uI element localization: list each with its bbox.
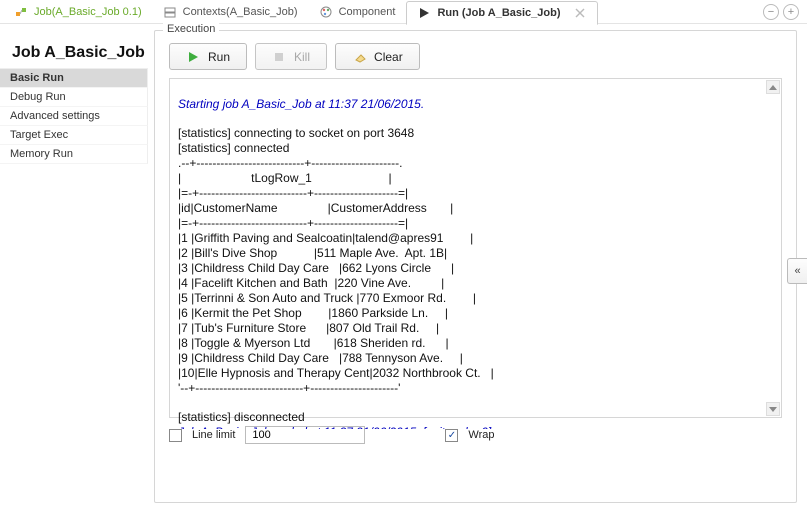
console-table-row: |8 |Toggle & Myerson Ltd |618 Sheriden r… bbox=[178, 336, 449, 350]
line-limit-label: Line limit bbox=[192, 429, 235, 441]
console-statistics-line: [statistics] connecting to socket on por… bbox=[178, 126, 414, 140]
console-table-border: '--+---------------------------+--------… bbox=[178, 381, 400, 395]
tab-bar: Job(A_Basic_Job 0.1) Contexts(A_Basic_Jo… bbox=[0, 0, 807, 24]
wrap-label: Wrap bbox=[468, 429, 494, 441]
sidebar-item-target-exec[interactable]: Target Exec bbox=[0, 126, 148, 145]
page-title: Job A_Basic_Job bbox=[12, 44, 136, 62]
tab-component[interactable]: Component bbox=[309, 0, 407, 24]
console-start-line: Starting job A_Basic_Job at 11:37 21/06/… bbox=[178, 97, 424, 111]
close-icon[interactable] bbox=[573, 6, 587, 20]
console-output[interactable]: Starting job A_Basic_Job at 11:37 21/06/… bbox=[170, 91, 781, 429]
job-icon bbox=[14, 5, 28, 19]
play-icon bbox=[186, 50, 200, 64]
maximize-button[interactable]: + bbox=[783, 4, 799, 20]
tab-component-label: Component bbox=[339, 6, 396, 18]
sidebar-item-debug-run[interactable]: Debug Run bbox=[0, 88, 148, 107]
console-table-row: |7 |Tub's Furniture Store |807 Old Trail… bbox=[178, 321, 439, 335]
kill-button-label: Kill bbox=[294, 50, 310, 64]
console-table-row: |3 |Childress Child Day Care |662 Lyons … bbox=[178, 261, 454, 275]
tab-run[interactable]: Run (Job A_Basic_Job) bbox=[406, 1, 597, 25]
console-table-sep: |=-+---------------------------+--------… bbox=[178, 216, 408, 230]
tab-run-label: Run (Job A_Basic_Job) bbox=[437, 7, 560, 19]
console-table-row: |9 |Childress Child Day Care |788 Tennys… bbox=[178, 351, 463, 365]
clear-button-label: Clear bbox=[374, 50, 403, 64]
tab-contexts-label: Contexts(A_Basic_Job) bbox=[183, 6, 298, 18]
execution-group: Execution Run Kill Clear Starting job A_… bbox=[154, 30, 797, 503]
console-table-row: |1 |Griffith Paving and Sealcoatin|talen… bbox=[178, 231, 473, 245]
tab-job[interactable]: Job(A_Basic_Job 0.1) bbox=[4, 0, 153, 24]
contexts-icon bbox=[163, 5, 177, 19]
eraser-icon bbox=[352, 50, 366, 64]
sidebar-item-basic-run[interactable]: Basic Run bbox=[0, 69, 148, 88]
clear-button[interactable]: Clear bbox=[335, 43, 420, 70]
minimize-button[interactable]: − bbox=[763, 4, 779, 20]
stop-icon bbox=[272, 50, 286, 64]
left-column: Job A_Basic_Job Basic Run Debug Run Adva… bbox=[0, 24, 148, 507]
console-table-border: .--+---------------------------+--------… bbox=[178, 156, 402, 170]
console-table-row: |4 |Facelift Kitchen and Bath |220 Vine … bbox=[178, 276, 444, 290]
console-wrap: Starting job A_Basic_Job at 11:37 21/06/… bbox=[169, 78, 782, 418]
console-end-line: Job A_Basic_Job ended at 11:37 21/06/201… bbox=[178, 425, 491, 429]
play-icon bbox=[417, 6, 431, 20]
console-table-title: | tLogRow_1 | bbox=[178, 171, 392, 185]
tab-job-label: Job(A_Basic_Job 0.1) bbox=[34, 6, 142, 18]
sidebar-item-advanced-settings[interactable]: Advanced settings bbox=[0, 107, 148, 126]
execution-group-title: Execution bbox=[163, 23, 219, 35]
wrap-checkbox[interactable]: ✓ bbox=[445, 429, 458, 442]
console-table-sep: |=-+---------------------------+--------… bbox=[178, 186, 408, 200]
console-table-head: |id|CustomerName |CustomerAddress | bbox=[178, 201, 453, 215]
tab-contexts[interactable]: Contexts(A_Basic_Job) bbox=[153, 0, 309, 24]
line-limit-checkbox[interactable] bbox=[169, 429, 182, 442]
run-button-label: Run bbox=[208, 50, 230, 64]
console-table-row: |5 |Terrinni & Son Auto and Truck |770 E… bbox=[178, 291, 476, 305]
console-table-row: |2 |Bill's Dive Shop |511 Maple Ave. Apt… bbox=[178, 246, 447, 260]
console-table-row: |10|Elle Hypnosis and Therapy Cent|2032 … bbox=[178, 366, 494, 380]
kill-button[interactable]: Kill bbox=[255, 43, 327, 70]
scroll-down-button[interactable] bbox=[766, 402, 780, 416]
scroll-up-button[interactable] bbox=[766, 80, 780, 94]
palette-icon bbox=[319, 5, 333, 19]
console-table-row: |6 |Kermit the Pet Shop |1860 Parkside L… bbox=[178, 306, 448, 320]
sidebar-item-memory-run[interactable]: Memory Run bbox=[0, 145, 148, 164]
sidebar: Basic Run Debug Run Advanced settings Ta… bbox=[0, 68, 148, 164]
console-statistics-line: [statistics] connected bbox=[178, 141, 289, 155]
collapse-handle[interactable]: « bbox=[787, 258, 807, 284]
run-button[interactable]: Run bbox=[169, 43, 247, 70]
console-statistics-line: [statistics] disconnected bbox=[178, 410, 305, 424]
